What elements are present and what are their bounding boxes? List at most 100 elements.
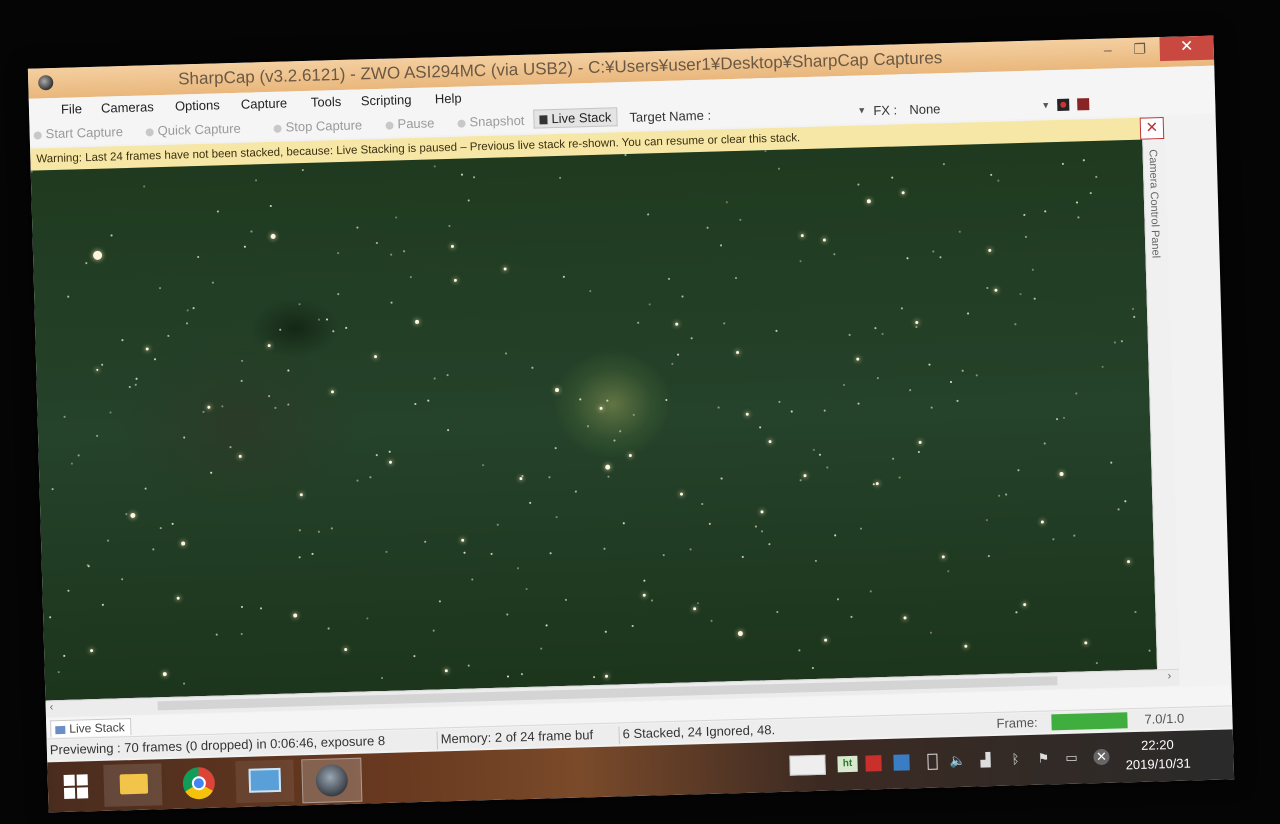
- star: [101, 363, 103, 366]
- pause-button[interactable]: Pause: [385, 115, 435, 131]
- scroll-right-icon[interactable]: ›: [1167, 670, 1171, 682]
- star: [559, 176, 561, 179]
- star: [990, 173, 992, 176]
- star: [77, 454, 80, 456]
- star: [215, 633, 218, 636]
- target-name-dropdown-icon[interactable]: ▼: [857, 105, 866, 115]
- star: [761, 530, 763, 532]
- star: [210, 471, 212, 474]
- star: [589, 290, 591, 292]
- network-app-icon[interactable]: [893, 754, 910, 771]
- red-square-icon[interactable]: [1077, 98, 1090, 111]
- action-center-flag-icon[interactable]: ⚑: [1035, 750, 1051, 766]
- ht-tray-icon[interactable]: ht: [837, 755, 858, 773]
- star: [1126, 560, 1131, 564]
- star: [167, 334, 169, 337]
- star: [1075, 201, 1078, 203]
- live-stack-button[interactable]: Live Stack: [533, 107, 618, 129]
- star: [101, 603, 104, 606]
- start-capture-button[interactable]: Start Capture: [33, 124, 123, 141]
- star: [453, 278, 457, 282]
- star: [125, 513, 127, 515]
- star: [777, 167, 780, 170]
- fx-dropdown-icon[interactable]: ▼: [1041, 100, 1050, 110]
- star: [1052, 538, 1054, 540]
- star: [859, 527, 862, 530]
- menu-file[interactable]: File: [61, 101, 82, 117]
- warning-close-button[interactable]: ✕: [1139, 117, 1165, 140]
- star: [317, 318, 320, 321]
- star: [768, 440, 772, 444]
- star: [603, 547, 605, 550]
- stop-capture-button[interactable]: Stop Capture: [273, 117, 362, 135]
- star: [385, 550, 387, 553]
- star: [86, 564, 89, 566]
- star: [932, 250, 934, 253]
- bluetooth-icon[interactable]: ᛒ: [1007, 751, 1023, 767]
- menu-capture[interactable]: Capture: [241, 95, 288, 111]
- star: [293, 613, 298, 618]
- star: [473, 176, 475, 178]
- snapshot-button[interactable]: Snapshot: [457, 113, 525, 130]
- star: [833, 253, 835, 255]
- star: [632, 413, 635, 416]
- display-icon[interactable]: ▭: [1063, 750, 1079, 766]
- clock-time[interactable]: 22:20: [1141, 737, 1174, 753]
- clock-date[interactable]: 2019/10/31: [1125, 756, 1190, 773]
- star: [128, 385, 131, 388]
- red-circle-icon[interactable]: [1057, 98, 1070, 111]
- star: [259, 607, 262, 609]
- tab-live-stack[interactable]: Live Stack: [50, 718, 132, 738]
- star: [994, 288, 998, 292]
- star: [330, 390, 335, 394]
- start-button[interactable]: [55, 765, 98, 808]
- fx-select[interactable]: None: [909, 101, 940, 117]
- star: [891, 176, 893, 179]
- star: [344, 648, 348, 652]
- sharpcap-icon: [315, 764, 349, 797]
- quick-capture-button[interactable]: Quick Capture: [145, 121, 241, 139]
- star: [110, 234, 113, 236]
- star: [85, 262, 87, 264]
- phone-icon[interactable]: [927, 753, 938, 770]
- menu-options[interactable]: Options: [175, 97, 220, 113]
- star: [643, 579, 645, 582]
- star: [548, 476, 550, 478]
- star: [554, 447, 557, 449]
- star: [875, 482, 879, 486]
- stop-circle-icon[interactable]: ✕: [1093, 748, 1110, 766]
- pdf-icon[interactable]: [865, 755, 882, 772]
- star: [898, 476, 901, 479]
- maximize-button[interactable]: ❐: [1123, 37, 1156, 62]
- star: [997, 179, 999, 182]
- sharpcap-app-icon: [38, 75, 54, 91]
- star: [856, 357, 860, 361]
- star: [1024, 235, 1027, 238]
- star: [754, 525, 757, 528]
- scroll-left-icon[interactable]: ‹: [50, 701, 54, 713]
- star: [901, 191, 905, 195]
- chrome-button[interactable]: [169, 761, 228, 805]
- volume-icon[interactable]: 🔈: [949, 753, 966, 769]
- remote-desktop-button[interactable]: [235, 759, 295, 804]
- star: [525, 587, 528, 590]
- menu-help[interactable]: Help: [435, 91, 462, 107]
- sharpcap-taskbar-button[interactable]: [301, 757, 363, 804]
- star: [325, 318, 328, 320]
- windows-logo-pane: [76, 774, 88, 786]
- star: [736, 350, 740, 355]
- star: [857, 183, 859, 186]
- camera-control-panel-label: Camera Control Panel: [1146, 149, 1162, 259]
- star: [444, 669, 448, 673]
- signal-icon[interactable]: ▟: [977, 752, 993, 768]
- star: [49, 616, 51, 618]
- menu-cameras[interactable]: Cameras: [101, 99, 154, 115]
- star: [928, 363, 930, 366]
- menu-scripting[interactable]: Scripting: [361, 92, 412, 108]
- file-explorer-button[interactable]: [103, 763, 163, 807]
- menu-tools[interactable]: Tools: [311, 94, 342, 110]
- close-button[interactable]: ✕: [1159, 35, 1215, 62]
- minimize-button[interactable]: –: [1091, 38, 1124, 63]
- keyboard-icon[interactable]: [789, 754, 826, 776]
- star: [1110, 461, 1112, 464]
